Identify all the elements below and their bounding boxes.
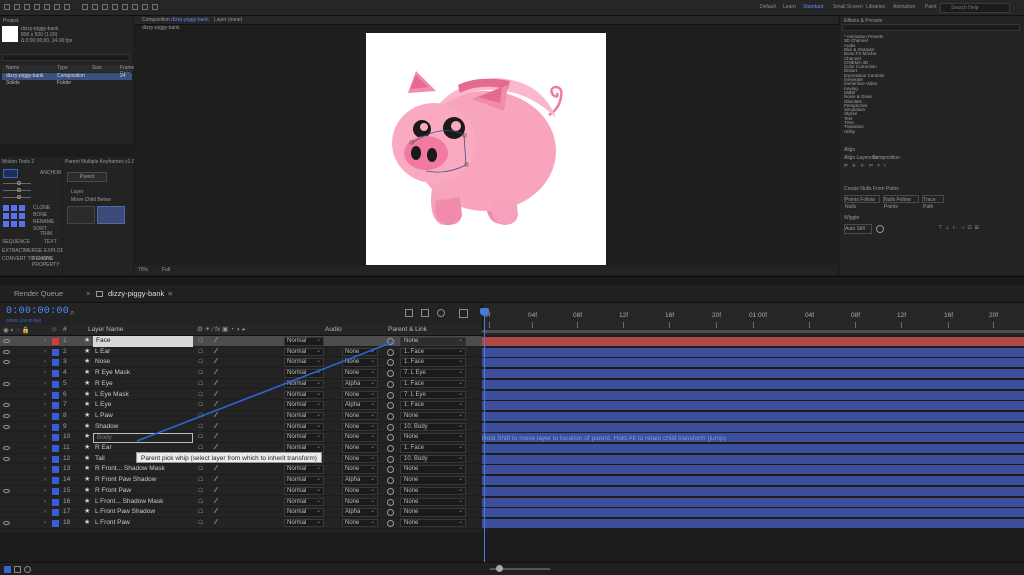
- expand-icon[interactable]: [14, 566, 21, 573]
- status-bar: [0, 562, 1024, 575]
- zoom-slider-handle[interactable]: [496, 565, 503, 572]
- parent-hint-text: Hold Shift to move layer to location of …: [482, 435, 726, 442]
- frame-render-icon[interactable]: [24, 566, 31, 573]
- pick-whip-line: [136, 341, 394, 442]
- render-status-icon[interactable]: [4, 566, 11, 573]
- pick-whip-tooltip: Parent pick whip (select layer from whic…: [136, 452, 322, 463]
